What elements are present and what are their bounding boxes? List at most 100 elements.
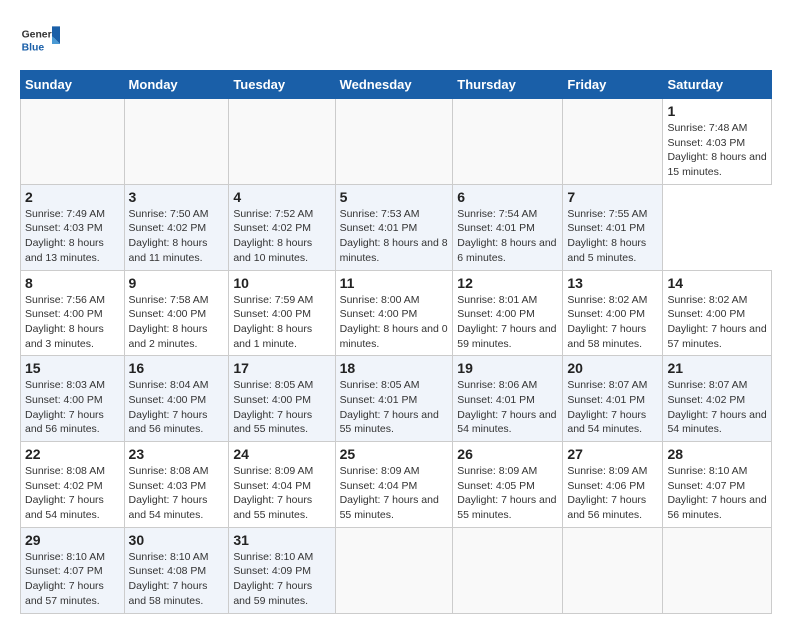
day-number: 29	[25, 532, 120, 548]
day-number: 30	[129, 532, 225, 548]
day-number: 8	[25, 275, 120, 291]
column-header-tuesday: Tuesday	[229, 71, 335, 99]
day-number: 4	[233, 189, 330, 205]
day-info: Sunrise: 8:00 AM Sunset: 4:00 PM Dayligh…	[340, 293, 449, 352]
day-number: 11	[340, 275, 449, 291]
calendar-cell	[563, 527, 663, 613]
day-number: 31	[233, 532, 330, 548]
day-number: 14	[667, 275, 767, 291]
day-number: 9	[129, 275, 225, 291]
calendar-cell: 3 Sunrise: 7:50 AM Sunset: 4:02 PM Dayli…	[124, 184, 229, 270]
day-info: Sunrise: 8:03 AM Sunset: 4:00 PM Dayligh…	[25, 378, 120, 437]
day-number: 3	[129, 189, 225, 205]
calendar-cell: 7 Sunrise: 7:55 AM Sunset: 4:01 PM Dayli…	[563, 184, 663, 270]
calendar-cell: 13 Sunrise: 8:02 AM Sunset: 4:00 PM Dayl…	[563, 270, 663, 356]
calendar-table: SundayMondayTuesdayWednesdayThursdayFrid…	[20, 70, 772, 614]
day-info: Sunrise: 8:01 AM Sunset: 4:00 PM Dayligh…	[457, 293, 558, 352]
page-header: General Blue	[20, 20, 772, 60]
day-info: Sunrise: 8:09 AM Sunset: 4:06 PM Dayligh…	[567, 464, 658, 523]
day-number: 28	[667, 446, 767, 462]
column-header-thursday: Thursday	[453, 71, 563, 99]
day-number: 16	[129, 360, 225, 376]
calendar-cell: 15 Sunrise: 8:03 AM Sunset: 4:00 PM Dayl…	[21, 356, 125, 442]
day-info: Sunrise: 8:10 AM Sunset: 4:07 PM Dayligh…	[667, 464, 767, 523]
day-number: 7	[567, 189, 658, 205]
calendar-cell	[124, 99, 229, 185]
calendar-cell: 27 Sunrise: 8:09 AM Sunset: 4:06 PM Dayl…	[563, 442, 663, 528]
svg-text:Blue: Blue	[22, 42, 45, 53]
calendar-cell: 25 Sunrise: 8:09 AM Sunset: 4:04 PM Dayl…	[335, 442, 453, 528]
day-number: 24	[233, 446, 330, 462]
calendar-week-5: 22 Sunrise: 8:08 AM Sunset: 4:02 PM Dayl…	[21, 442, 772, 528]
day-info: Sunrise: 7:55 AM Sunset: 4:01 PM Dayligh…	[567, 207, 658, 266]
calendar-week-6: 29 Sunrise: 8:10 AM Sunset: 4:07 PM Dayl…	[21, 527, 772, 613]
calendar-cell	[335, 99, 453, 185]
day-info: Sunrise: 7:53 AM Sunset: 4:01 PM Dayligh…	[340, 207, 449, 266]
day-info: Sunrise: 8:08 AM Sunset: 4:03 PM Dayligh…	[129, 464, 225, 523]
day-number: 27	[567, 446, 658, 462]
calendar-cell: 16 Sunrise: 8:04 AM Sunset: 4:00 PM Dayl…	[124, 356, 229, 442]
calendar-cell: 21 Sunrise: 8:07 AM Sunset: 4:02 PM Dayl…	[663, 356, 772, 442]
calendar-cell: 14 Sunrise: 8:02 AM Sunset: 4:00 PM Dayl…	[663, 270, 772, 356]
day-number: 20	[567, 360, 658, 376]
day-info: Sunrise: 7:49 AM Sunset: 4:03 PM Dayligh…	[25, 207, 120, 266]
calendar-cell: 20 Sunrise: 8:07 AM Sunset: 4:01 PM Dayl…	[563, 356, 663, 442]
column-header-monday: Monday	[124, 71, 229, 99]
day-info: Sunrise: 8:09 AM Sunset: 4:04 PM Dayligh…	[340, 464, 449, 523]
calendar-cell: 5 Sunrise: 7:53 AM Sunset: 4:01 PM Dayli…	[335, 184, 453, 270]
day-number: 13	[567, 275, 658, 291]
day-info: Sunrise: 8:07 AM Sunset: 4:01 PM Dayligh…	[567, 378, 658, 437]
day-info: Sunrise: 7:48 AM Sunset: 4:03 PM Dayligh…	[667, 121, 767, 180]
day-info: Sunrise: 8:09 AM Sunset: 4:04 PM Dayligh…	[233, 464, 330, 523]
calendar-cell	[453, 527, 563, 613]
day-info: Sunrise: 8:02 AM Sunset: 4:00 PM Dayligh…	[667, 293, 767, 352]
day-info: Sunrise: 7:50 AM Sunset: 4:02 PM Dayligh…	[129, 207, 225, 266]
day-number: 26	[457, 446, 558, 462]
calendar-cell	[21, 99, 125, 185]
calendar-cell: 11 Sunrise: 8:00 AM Sunset: 4:00 PM Dayl…	[335, 270, 453, 356]
day-number: 2	[25, 189, 120, 205]
calendar-cell: 1 Sunrise: 7:48 AM Sunset: 4:03 PM Dayli…	[663, 99, 772, 185]
calendar-week-1: 1 Sunrise: 7:48 AM Sunset: 4:03 PM Dayli…	[21, 99, 772, 185]
day-info: Sunrise: 8:10 AM Sunset: 4:09 PM Dayligh…	[233, 550, 330, 609]
day-info: Sunrise: 8:08 AM Sunset: 4:02 PM Dayligh…	[25, 464, 120, 523]
day-number: 21	[667, 360, 767, 376]
calendar-cell: 12 Sunrise: 8:01 AM Sunset: 4:00 PM Dayl…	[453, 270, 563, 356]
day-info: Sunrise: 7:58 AM Sunset: 4:00 PM Dayligh…	[129, 293, 225, 352]
day-number: 6	[457, 189, 558, 205]
day-info: Sunrise: 8:10 AM Sunset: 4:07 PM Dayligh…	[25, 550, 120, 609]
calendar-cell: 23 Sunrise: 8:08 AM Sunset: 4:03 PM Dayl…	[124, 442, 229, 528]
calendar-cell: 26 Sunrise: 8:09 AM Sunset: 4:05 PM Dayl…	[453, 442, 563, 528]
calendar-cell	[563, 99, 663, 185]
calendar-cell: 22 Sunrise: 8:08 AM Sunset: 4:02 PM Dayl…	[21, 442, 125, 528]
calendar-cell: 9 Sunrise: 7:58 AM Sunset: 4:00 PM Dayli…	[124, 270, 229, 356]
day-info: Sunrise: 7:52 AM Sunset: 4:02 PM Dayligh…	[233, 207, 330, 266]
day-number: 22	[25, 446, 120, 462]
calendar-cell: 6 Sunrise: 7:54 AM Sunset: 4:01 PM Dayli…	[453, 184, 563, 270]
day-info: Sunrise: 8:07 AM Sunset: 4:02 PM Dayligh…	[667, 378, 767, 437]
calendar-week-3: 8 Sunrise: 7:56 AM Sunset: 4:00 PM Dayli…	[21, 270, 772, 356]
day-info: Sunrise: 8:02 AM Sunset: 4:00 PM Dayligh…	[567, 293, 658, 352]
calendar-cell: 17 Sunrise: 8:05 AM Sunset: 4:00 PM Dayl…	[229, 356, 335, 442]
day-info: Sunrise: 8:09 AM Sunset: 4:05 PM Dayligh…	[457, 464, 558, 523]
day-info: Sunrise: 8:05 AM Sunset: 4:01 PM Dayligh…	[340, 378, 449, 437]
day-info: Sunrise: 7:56 AM Sunset: 4:00 PM Dayligh…	[25, 293, 120, 352]
day-number: 25	[340, 446, 449, 462]
day-number: 17	[233, 360, 330, 376]
calendar-cell: 8 Sunrise: 7:56 AM Sunset: 4:00 PM Dayli…	[21, 270, 125, 356]
calendar-cell: 28 Sunrise: 8:10 AM Sunset: 4:07 PM Dayl…	[663, 442, 772, 528]
day-number: 18	[340, 360, 449, 376]
calendar-cell: 31 Sunrise: 8:10 AM Sunset: 4:09 PM Dayl…	[229, 527, 335, 613]
column-header-friday: Friday	[563, 71, 663, 99]
column-header-sunday: Sunday	[21, 71, 125, 99]
day-number: 5	[340, 189, 449, 205]
day-info: Sunrise: 8:06 AM Sunset: 4:01 PM Dayligh…	[457, 378, 558, 437]
column-header-saturday: Saturday	[663, 71, 772, 99]
calendar-week-4: 15 Sunrise: 8:03 AM Sunset: 4:00 PM Dayl…	[21, 356, 772, 442]
day-info: Sunrise: 8:04 AM Sunset: 4:00 PM Dayligh…	[129, 378, 225, 437]
calendar-week-2: 2 Sunrise: 7:49 AM Sunset: 4:03 PM Dayli…	[21, 184, 772, 270]
day-number: 12	[457, 275, 558, 291]
calendar-cell: 10 Sunrise: 7:59 AM Sunset: 4:00 PM Dayl…	[229, 270, 335, 356]
calendar-cell: 29 Sunrise: 8:10 AM Sunset: 4:07 PM Dayl…	[21, 527, 125, 613]
day-number: 15	[25, 360, 120, 376]
